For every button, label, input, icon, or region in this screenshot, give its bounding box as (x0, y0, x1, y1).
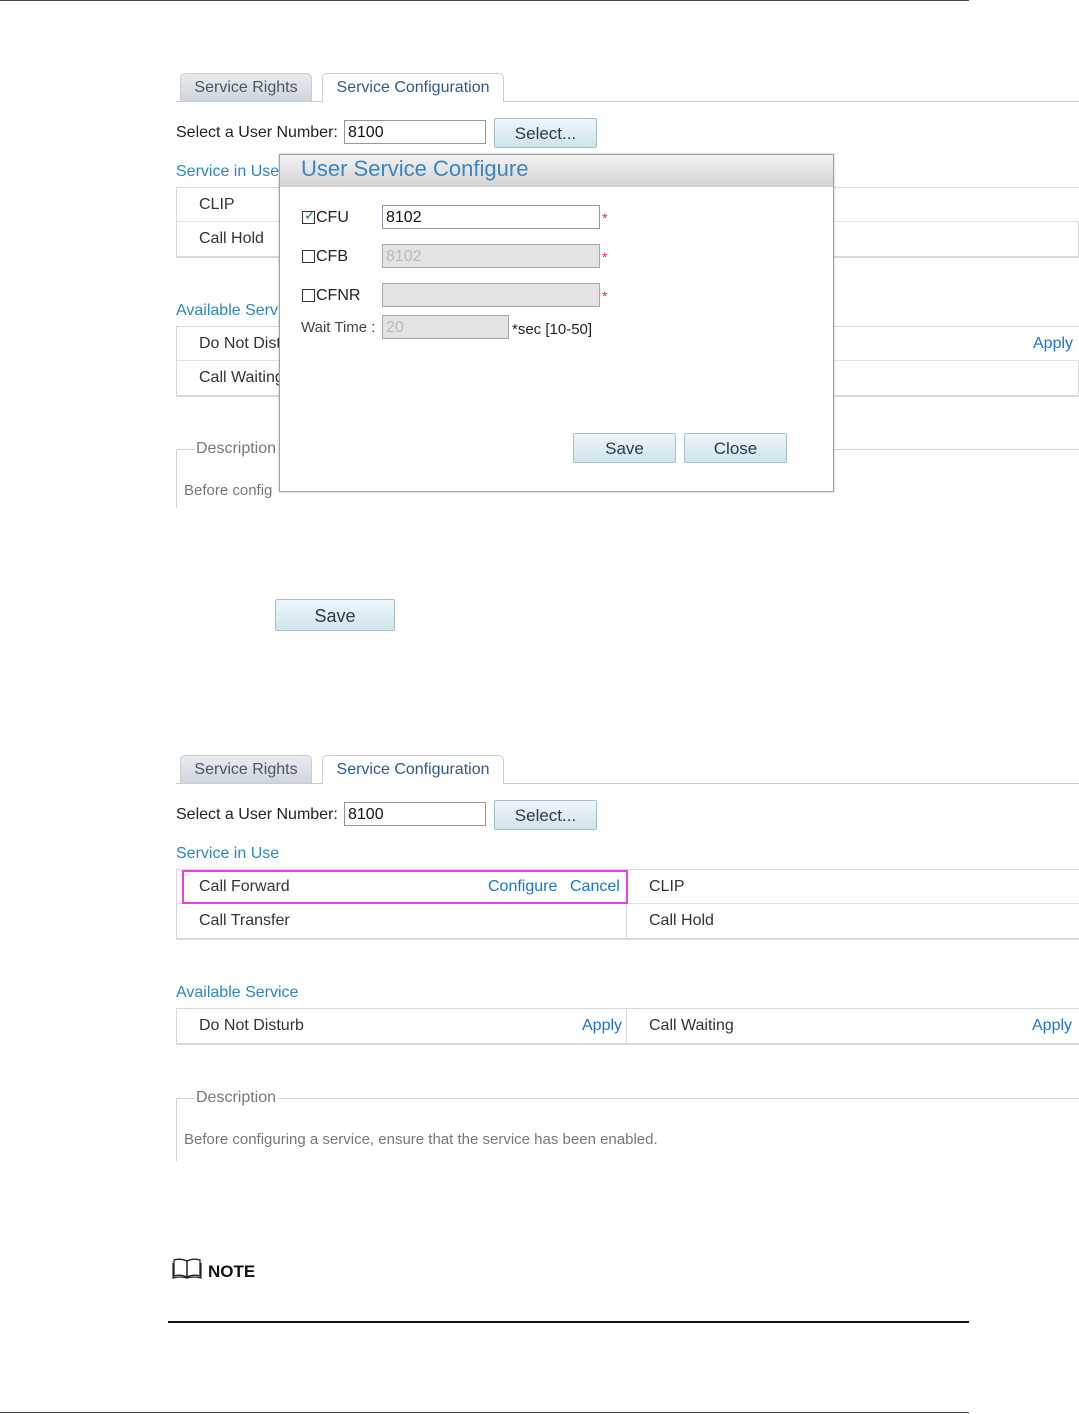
cfnr-label: CFNR (316, 287, 361, 304)
required-mark: * (602, 288, 608, 304)
cfu-checkbox[interactable]: ✓ (302, 207, 316, 224)
service-name: Call Hold (199, 230, 264, 247)
page-bottom-rule (0, 1412, 969, 1413)
cell-divider (626, 1009, 627, 1043)
tab-service-rights[interactable]: Service Rights (180, 73, 312, 101)
apply-link[interactable]: Apply (582, 1009, 622, 1042)
tab-bar: Service Rights Service Configuration (176, 73, 1079, 102)
available-service-title: Available Service (176, 984, 299, 1001)
cell-divider (176, 1009, 177, 1043)
select-user-button[interactable]: Select... (494, 800, 597, 830)
tab-bar: Service Rights Service Configuration (176, 755, 1079, 784)
cell-divider (176, 327, 177, 395)
call-forward-highlight (182, 870, 628, 904)
description-legend: Description (194, 440, 279, 458)
service-in-use-title: Service in Use (176, 163, 280, 180)
wait-time-label: Wait Time : (301, 319, 376, 336)
service-name: Call Hold (649, 912, 714, 929)
service-in-use-table: Call Forward Configure Cancel CLIP Call … (176, 869, 1079, 940)
user-number-input[interactable]: 8100 (344, 120, 486, 144)
user-number-label: Select a User Number: (176, 806, 338, 823)
note-label: NOTE (208, 1262, 256, 1281)
service-name: Do Not Disturb (199, 1017, 304, 1034)
dialog-header: User Service Configure (280, 155, 833, 187)
service-name: CLIP (199, 196, 235, 213)
screenshot-2: Service Rights Service Configuration Sel… (176, 755, 1079, 1315)
required-mark: * (602, 249, 608, 265)
cfnr-checkbox[interactable] (302, 289, 315, 302)
service-name: CLIP (649, 878, 685, 895)
cfu-label: CFU (316, 209, 349, 226)
description-legend: Description (194, 1089, 279, 1107)
cell-divider (176, 870, 177, 938)
dialog-close-button[interactable]: Close (684, 433, 787, 463)
user-number-label: Select a User Number: (176, 124, 338, 141)
fieldset-left-border (176, 450, 177, 508)
wait-time-input[interactable]: 20 (382, 315, 509, 339)
user-number-input[interactable]: 8100 (344, 802, 486, 826)
tab-service-configuration[interactable]: Service Configuration (322, 755, 504, 784)
note-rule (168, 1321, 969, 1323)
select-user-button[interactable]: Select... (494, 118, 597, 148)
cfb-number-input[interactable]: 8102 (382, 244, 600, 268)
wait-time-hint: *sec [10-50] (512, 321, 593, 338)
available-service-title: Available Serv (176, 302, 278, 319)
book-icon (172, 1257, 202, 1284)
service-name: Do Not Dist (199, 335, 281, 352)
description-text: Before configuring a service, ensure tha… (184, 1131, 658, 1148)
required-mark: * (602, 210, 608, 226)
cell-divider (176, 188, 177, 256)
available-service-table: Do Not Disturb Apply Call Waiting Apply (176, 1008, 1079, 1045)
page-top-rule (0, 0, 969, 1)
service-name: Call Transfer (199, 912, 290, 929)
bottom-save-button[interactable]: Save (275, 599, 395, 631)
service-in-use-title: Service in Use (176, 845, 280, 862)
dialog-title: User Service Configure (301, 156, 529, 181)
cfu-number-input[interactable]: 8102 (382, 205, 600, 229)
checkmark-icon: ✓ (304, 207, 316, 223)
apply-link[interactable]: Apply (1033, 327, 1073, 360)
apply-link[interactable]: Apply (1032, 1009, 1072, 1042)
cfb-checkbox[interactable] (302, 250, 315, 263)
description-text: Before config (184, 482, 273, 499)
service-name: Call Waiting (649, 1017, 734, 1034)
cfnr-number-input[interactable] (382, 283, 600, 307)
user-service-configure-dialog: User Service Configure ✓ CFU 8102 * CFB … (279, 154, 834, 492)
fieldset-left-border (176, 1099, 177, 1161)
service-name: Call Waiting (199, 369, 284, 386)
description-box: Description Before configuring a service… (176, 1089, 1079, 1161)
cfb-label: CFB (316, 248, 348, 265)
tab-service-rights[interactable]: Service Rights (180, 755, 312, 783)
tab-service-configuration[interactable]: Service Configuration (322, 73, 504, 102)
dialog-save-button[interactable]: Save (573, 433, 676, 463)
